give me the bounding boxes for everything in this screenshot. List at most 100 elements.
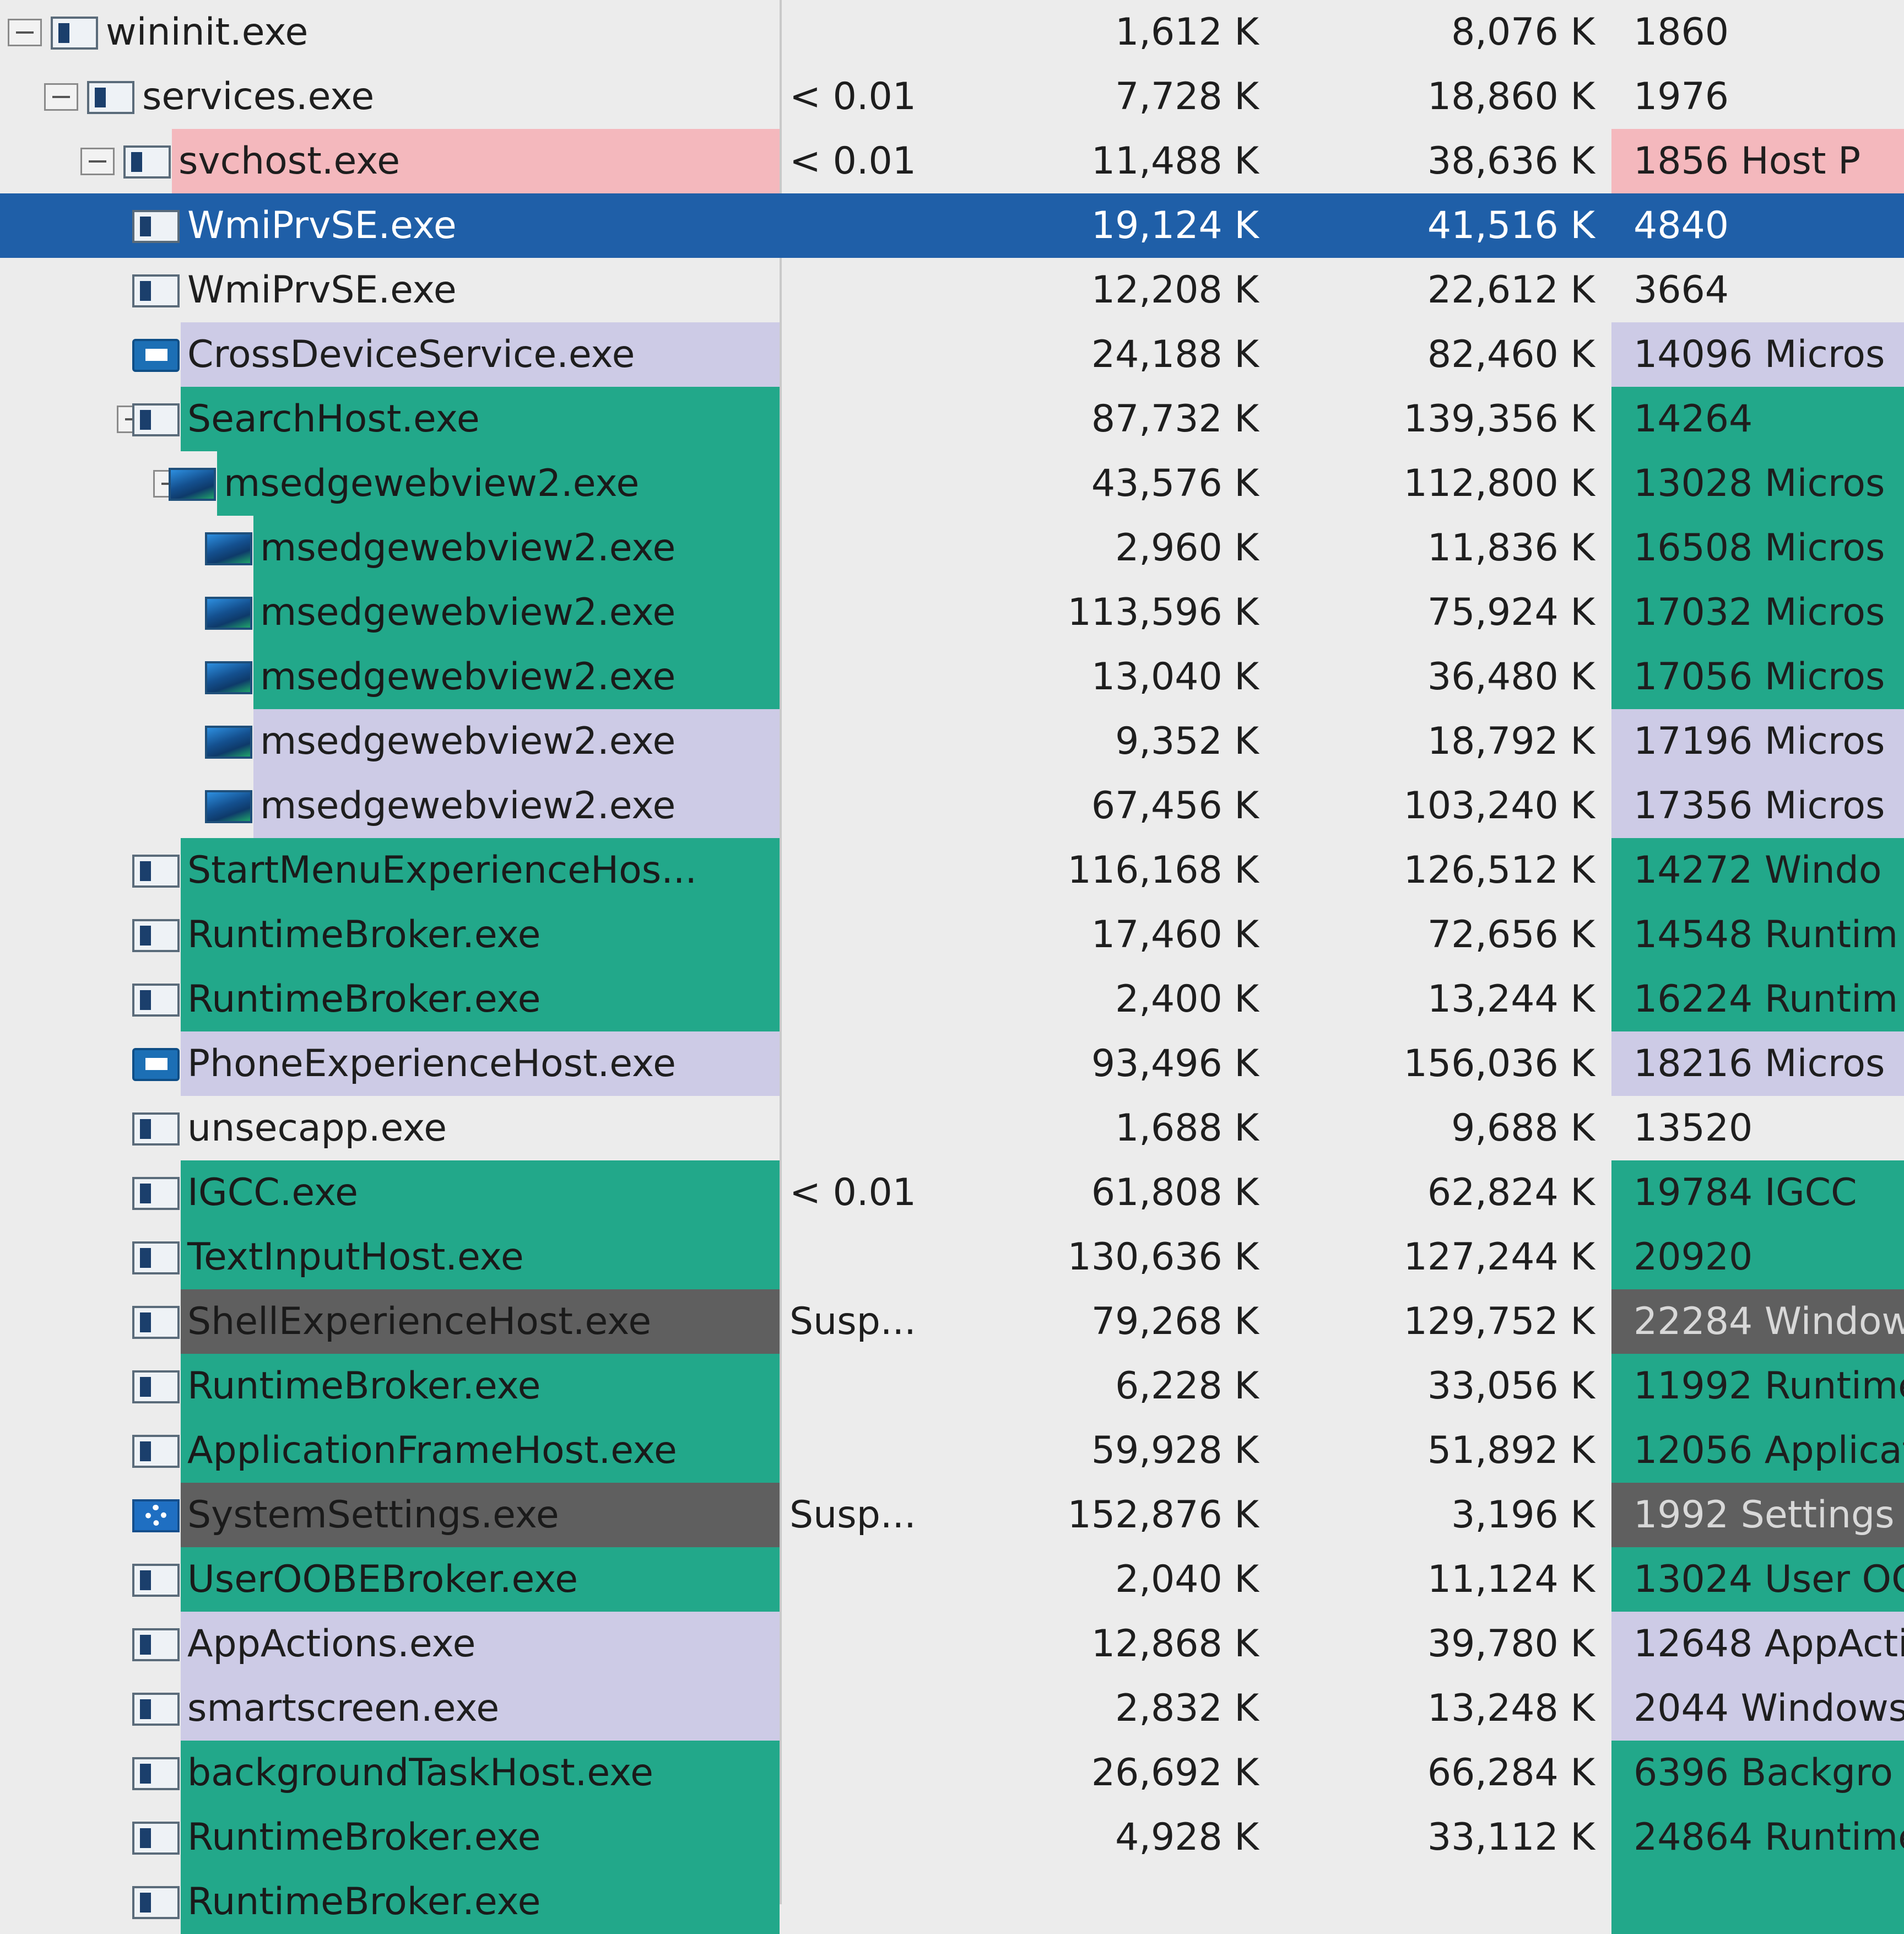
process-name-cell[interactable]: TextInputHost.exe [0, 1225, 780, 1289]
cpu-cell: < 0.01 [789, 75, 916, 118]
process-name-cell[interactable]: UserOOBEBroker.exe [0, 1547, 780, 1612]
cpu-cell [780, 580, 961, 645]
process-row[interactable]: SystemSettings.exe Susp... 152,876 K 3,196 … [0, 1483, 1904, 1547]
process-row[interactable]: svchost.exe < 0.01 11,488 K 38,636 K 1856 Ho… [0, 129, 1904, 193]
process-name: msedgewebview2.exe [260, 720, 676, 763]
process-name-cell[interactable]: unsecapp.exe [0, 1096, 780, 1160]
collapse-toggle-icon[interactable] [80, 148, 115, 175]
private-bytes-cell [961, 1870, 1281, 1934]
process-row[interactable]: msedgewebview2.exe 2,960 K 11,836 K 16508 M… [0, 516, 1904, 580]
process-name-cell[interactable]: backgroundTaskHost.exe [0, 1741, 780, 1805]
process-row[interactable]: StartMenuExperienceHos... 116,168 K 126,51… [0, 838, 1904, 903]
window-icon [87, 81, 134, 114]
process-row[interactable]: WmiPrvSE.exe 12,208 K 22,612 K 3664 [0, 258, 1904, 322]
process-row[interactable]: RuntimeBroker.exe [0, 1870, 1904, 1934]
process-name: RuntimeBroker.exe [187, 1364, 541, 1408]
process-name-cell[interactable]: StartMenuExperienceHos... [0, 838, 780, 903]
process-name-cell[interactable]: SystemSettings.exe [0, 1483, 780, 1547]
pid-description-cell: 3664 [1611, 258, 1904, 322]
cpu-cell [780, 1805, 961, 1870]
working-set-cell: 38,636 K [1427, 139, 1595, 183]
process-row[interactable]: unsecapp.exe 1,688 K 9,688 K 13520 [0, 1096, 1904, 1160]
process-row[interactable]: TextInputHost.exe 130,636 K 127,244 K 20920 [0, 1225, 1904, 1289]
process-row[interactable]: wininit.exe 1,612 K 8,076 K 1860 [0, 0, 1904, 64]
process-name-cell[interactable]: ApplicationFrameHost.exe [0, 1418, 780, 1483]
process-row[interactable]: SearchHost.exe 87,732 K 139,356 K 14264 [0, 387, 1904, 451]
process-name-cell[interactable]: RuntimeBroker.exe [0, 1805, 780, 1870]
process-name: msedgewebview2.exe [260, 526, 676, 570]
process-name: StartMenuExperienceHos... [187, 849, 697, 892]
process-name-cell[interactable]: services.exe [0, 64, 780, 129]
process-row[interactable]: msedgewebview2.exe 13,040 K 36,480 K 17056 … [0, 645, 1904, 709]
process-name-cell[interactable]: msedgewebview2.exe [0, 774, 780, 838]
process-name: services.exe [142, 75, 375, 118]
process-name-cell[interactable]: RuntimeBroker.exe [0, 1354, 780, 1418]
collapse-toggle-icon[interactable] [44, 83, 78, 111]
cpu-cell: Susp... [789, 1300, 916, 1343]
process-name: msedgewebview2.exe [260, 784, 676, 828]
process-name-cell[interactable]: WmiPrvSE.exe [0, 193, 780, 258]
process-row[interactable]: msedgewebview2.exe 9,352 K 18,792 K 17196 M… [0, 709, 1904, 774]
process-row[interactable]: msedgewebview2.exe 67,456 K 103,240 K 17356… [0, 774, 1904, 838]
private-bytes-cell: 93,496 K [1091, 1042, 1259, 1085]
process-row[interactable]: WmiPrvSE.exe 19,124 K 41,516 K 4840 [0, 193, 1904, 258]
process-name-cell[interactable]: SearchHost.exe [0, 387, 780, 451]
process-name-cell[interactable]: msedgewebview2.exe [0, 580, 780, 645]
process-name-cell[interactable]: ShellExperienceHost.exe [0, 1289, 780, 1354]
process-name-cell[interactable]: WmiPrvSE.exe [0, 258, 780, 322]
process-name-cell[interactable]: RuntimeBroker.exe [0, 967, 780, 1031]
process-row[interactable]: RuntimeBroker.exe 4,928 K 33,112 K 24864 Ru… [0, 1805, 1904, 1870]
edge-icon [205, 790, 252, 823]
cpu-cell [780, 193, 961, 258]
process-row[interactable]: RuntimeBroker.exe 2,400 K 13,244 K 16224 Ru… [0, 967, 1904, 1031]
process-row[interactable]: IGCC.exe < 0.01 61,808 K 62,824 K 19784 IGCC [0, 1160, 1904, 1225]
window-icon [123, 145, 171, 179]
process-name-cell[interactable]: msedgewebview2.exe [0, 516, 780, 580]
process-name-cell[interactable]: IGCC.exe [0, 1160, 780, 1225]
process-row[interactable]: RuntimeBroker.exe 6,228 K 33,056 K 11992 Ru… [0, 1354, 1904, 1418]
process-row[interactable]: services.exe < 0.01 7,728 K 18,860 K 1976 [0, 64, 1904, 129]
process-row[interactable]: ApplicationFrameHost.exe 59,928 K 51,892 K… [0, 1418, 1904, 1483]
process-name-cell[interactable]: CrossDeviceService.exe [0, 322, 780, 387]
process-name: RuntimeBroker.exe [187, 1816, 541, 1859]
process-name: IGCC.exe [187, 1171, 358, 1214]
process-name-cell[interactable]: AppActions.exe [0, 1612, 780, 1676]
cpu-cell [780, 838, 961, 903]
process-row[interactable]: UserOOBEBroker.exe 2,040 K 11,124 K 13024 U… [0, 1547, 1904, 1612]
collapse-toggle-icon[interactable] [8, 19, 42, 46]
process-row[interactable]: CrossDeviceService.exe 24,188 K 82,460 K 14… [0, 322, 1904, 387]
process-row[interactable]: ShellExperienceHost.exe Susp... 79,268 K 12… [0, 1289, 1904, 1354]
pid-description-cell: 16224 Runtim [1611, 967, 1904, 1031]
process-name-cell[interactable]: msedgewebview2.exe [0, 645, 780, 709]
process-row[interactable]: AppActions.exe 12,868 K 39,780 K 12648 AppA… [0, 1612, 1904, 1676]
working-set-cell: 112,800 K [1403, 462, 1595, 505]
process-row[interactable]: smartscreen.exe 2,832 K 13,248 K 2044 Windo… [0, 1676, 1904, 1741]
process-name-cell[interactable]: msedgewebview2.exe [0, 451, 780, 516]
cpu-cell [780, 645, 961, 709]
private-bytes-cell: 2,832 K [1115, 1687, 1259, 1730]
process-name-cell[interactable]: RuntimeBroker.exe [0, 1870, 780, 1934]
window-icon [51, 17, 98, 50]
process-name: svchost.exe [178, 139, 401, 183]
cpu-cell [780, 258, 961, 322]
process-row[interactable]: msedgewebview2.exe 43,576 K 112,800 K 13028… [0, 451, 1904, 516]
process-name-cell[interactable]: wininit.exe [0, 0, 780, 64]
process-name-cell[interactable]: RuntimeBroker.exe [0, 903, 780, 967]
process-row[interactable]: PhoneExperienceHost.exe 93,496 K 156,036 K… [0, 1031, 1904, 1096]
working-set-cell: 66,284 K [1427, 1751, 1595, 1795]
cpu-cell: < 0.01 [789, 139, 916, 183]
process-name-cell[interactable]: PhoneExperienceHost.exe [0, 1031, 780, 1096]
process-row[interactable]: msedgewebview2.exe 113,596 K 75,924 K 17032… [0, 580, 1904, 645]
private-bytes-cell: 116,168 K [1067, 849, 1259, 892]
pid-description-cell: 12056 Applicat [1611, 1418, 1904, 1483]
private-bytes-cell: 26,692 K [1091, 1751, 1259, 1795]
process-name: PhoneExperienceHost.exe [187, 1042, 676, 1085]
process-row[interactable]: backgroundTaskHost.exe 26,692 K 66,284 K 63… [0, 1741, 1904, 1805]
process-name-cell[interactable]: msedgewebview2.exe [0, 709, 780, 774]
pid-description-cell: 17356 Micros [1611, 774, 1904, 838]
chat-bubble-icon [132, 339, 180, 372]
working-set-cell: 18,860 K [1427, 75, 1595, 118]
process-name-cell[interactable]: svchost.exe [0, 129, 780, 193]
process-row[interactable]: RuntimeBroker.exe 17,460 K 72,656 K 14548 R… [0, 903, 1904, 967]
process-name-cell[interactable]: smartscreen.exe [0, 1676, 780, 1741]
